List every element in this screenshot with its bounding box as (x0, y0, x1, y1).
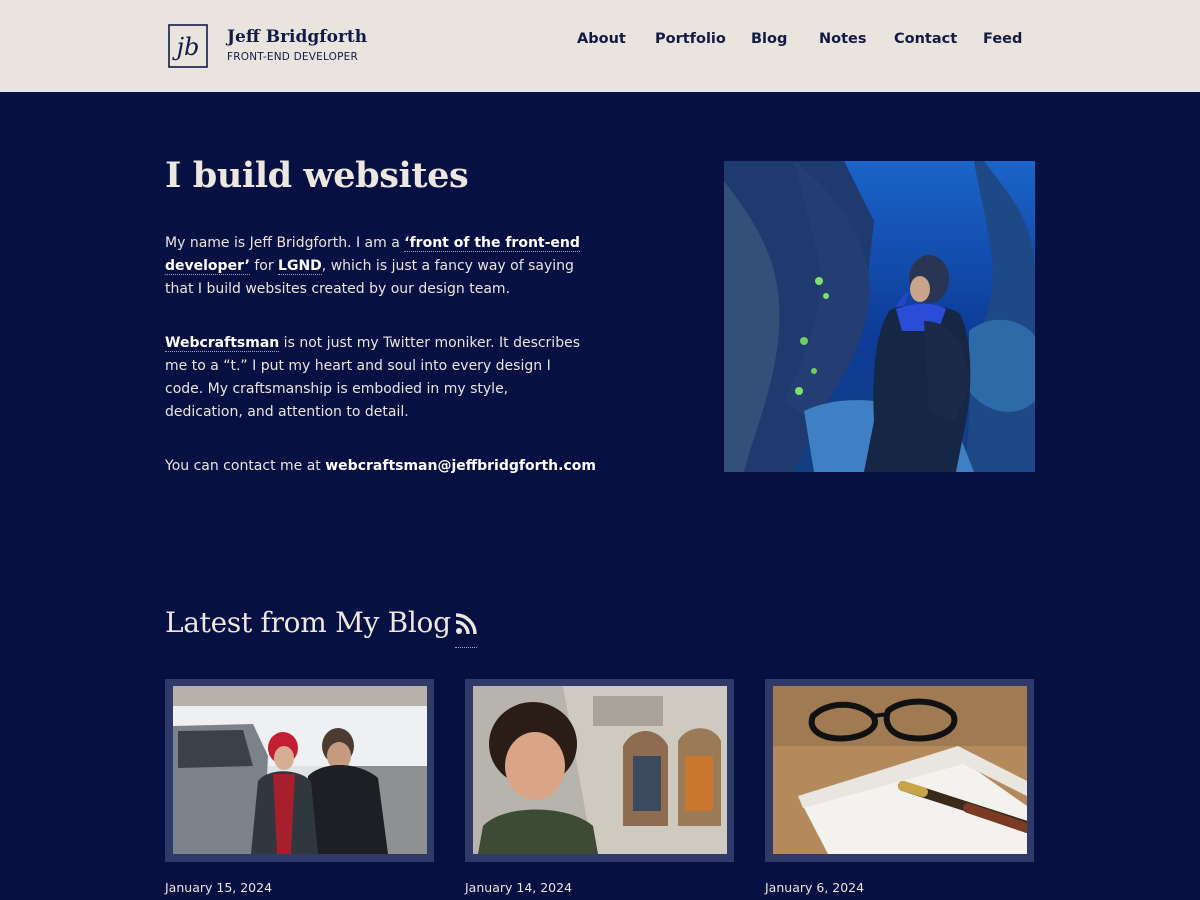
notebook-art (773, 686, 1027, 854)
notebook-pen-glasses-photo (773, 686, 1027, 854)
blog-post-date: January 6, 2024 (765, 880, 865, 895)
site-header: jb Jeff Bridgforth FRONT-END DEVELOPER A… (0, 0, 1200, 92)
nav-about[interactable]: About (577, 31, 626, 47)
aquarium-photo-art (724, 161, 1035, 472)
barcelona-selfie-photo (473, 686, 727, 854)
intro-paragraph: My name is Jeff Bridgforth. I am a ‘fron… (165, 232, 585, 301)
blog-post-card[interactable] (165, 679, 434, 862)
nav-blog[interactable]: Blog (751, 31, 787, 47)
rss-feed-link[interactable] (455, 613, 477, 648)
barcelona-selfie-art (473, 686, 727, 854)
snow-selfie-photo (173, 686, 427, 854)
logo-text: jb (172, 33, 200, 61)
site-name[interactable]: Jeff Bridgforth (227, 27, 367, 47)
nav-portfolio[interactable]: Portfolio (655, 31, 726, 47)
webcraftsman-paragraph: Webcraftsman is not just my Twitter moni… (165, 332, 585, 424)
aquarium-photo (724, 161, 1035, 472)
nav-notes[interactable]: Notes (819, 31, 867, 47)
hero-title: I build websites (165, 155, 469, 196)
intro-text-2: for (249, 258, 279, 274)
blog-post-date: January 14, 2024 (465, 880, 573, 895)
logo-mark: jb (168, 24, 208, 68)
blog-post-card[interactable] (465, 679, 734, 862)
nav-feed[interactable]: Feed (983, 31, 1022, 47)
lgnd-link[interactable]: LGND (278, 258, 322, 275)
intro-text-1: My name is Jeff Bridgforth. I am a (165, 235, 405, 251)
contact-email[interactable]: webcraftsman@jeffbridgforth.com (325, 458, 596, 474)
contact-text: You can contact me at (165, 458, 326, 474)
contact-paragraph: You can contact me at webcraftsman@jeffb… (165, 455, 625, 478)
blog-heading: Latest from My Blog (165, 606, 451, 639)
site-tagline: FRONT-END DEVELOPER (227, 51, 358, 63)
blog-post-date: January 15, 2024 (165, 880, 273, 895)
webcraftsman-link[interactable]: Webcraftsman (165, 335, 280, 352)
snow-selfie-art (173, 686, 427, 854)
nav-contact[interactable]: Contact (894, 31, 957, 47)
blog-post-card[interactable] (765, 679, 1034, 862)
rss-icon (455, 613, 477, 635)
